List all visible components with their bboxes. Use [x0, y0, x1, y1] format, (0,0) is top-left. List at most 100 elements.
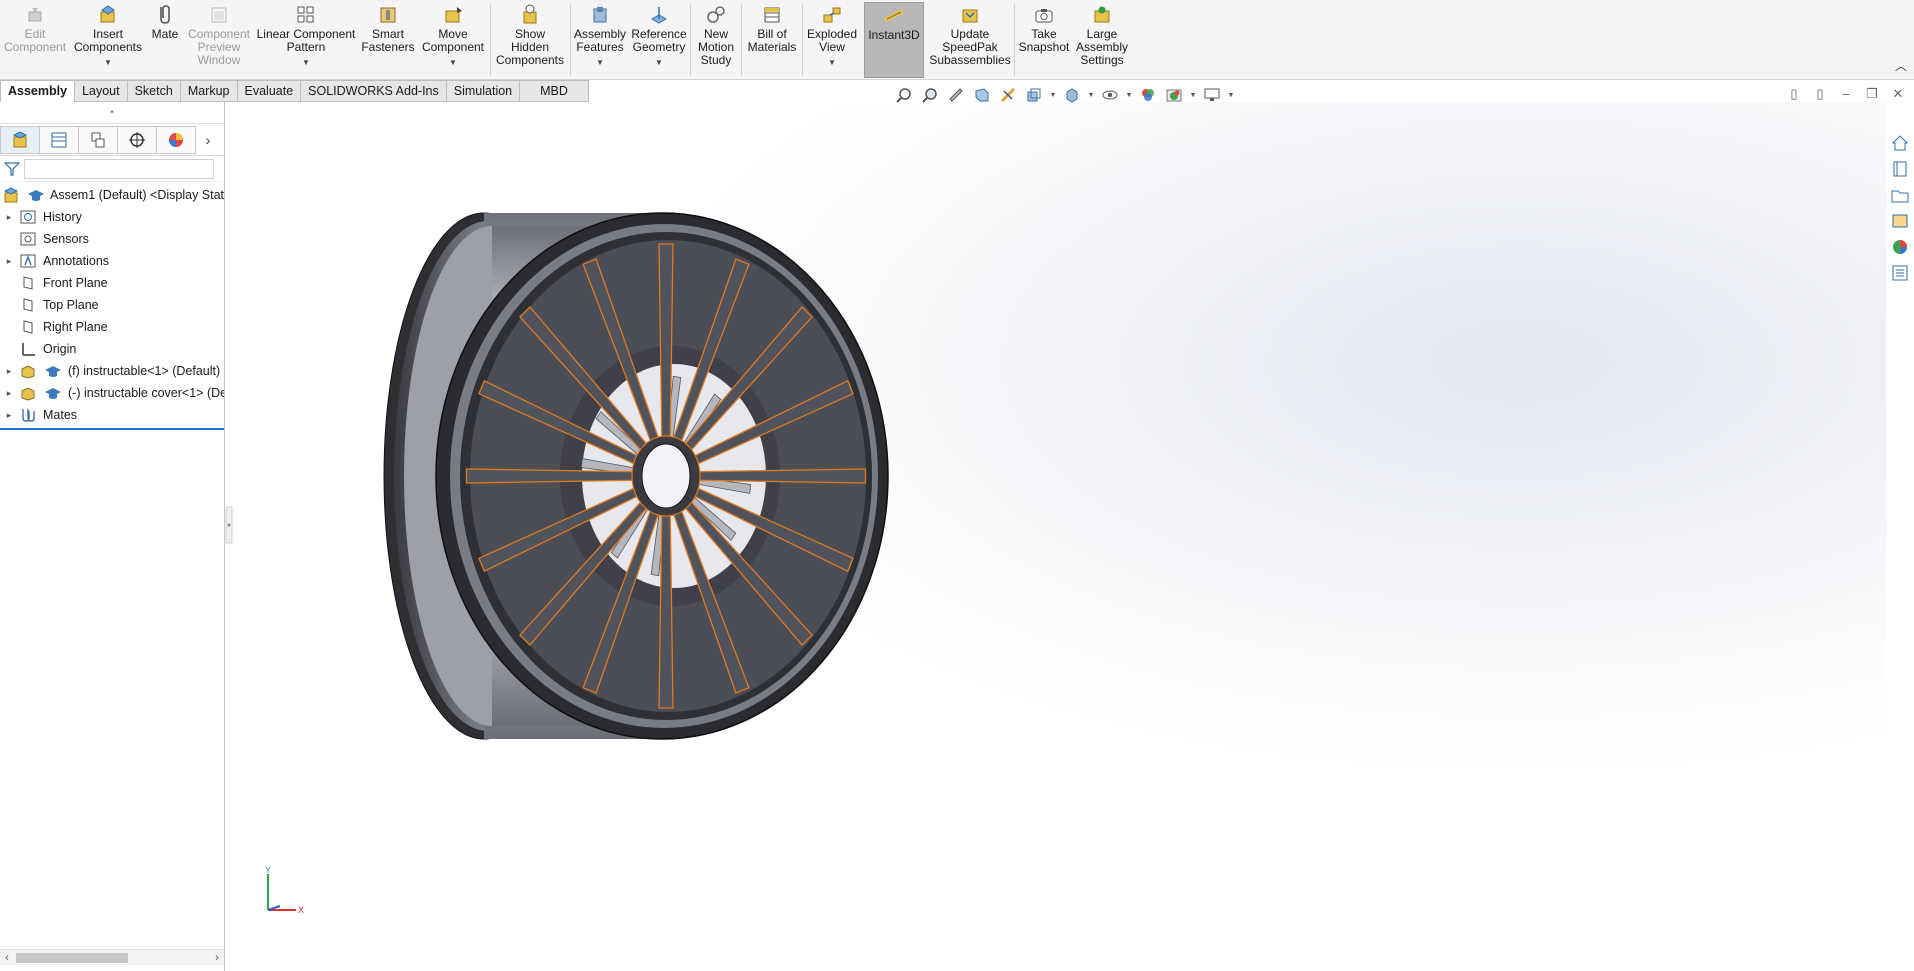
take-snapshot-button[interactable]: Take Snapshot: [1017, 2, 1071, 78]
tree-item-history[interactable]: ▸ History: [0, 206, 224, 228]
expand-arrow-icon[interactable]: ▸: [0, 388, 18, 399]
tree-item-top-plane[interactable]: Top Plane: [0, 294, 224, 316]
spoke[interactable]: [658, 509, 674, 709]
chevron-down-icon[interactable]: ▼: [104, 56, 112, 69]
tree-end-marker[interactable]: [0, 428, 224, 430]
spoke[interactable]: [658, 243, 674, 443]
chevron-left-icon[interactable]: ‹: [0, 950, 14, 966]
chevron-down-icon[interactable]: ▼: [596, 56, 604, 69]
large-assembly-settings-button[interactable]: Large Assembly Settings: [1074, 2, 1130, 78]
scrollbar-thumb[interactable]: [16, 953, 128, 963]
panel-horizontal-scrollbar[interactable]: ‹ ›: [0, 949, 224, 965]
custom-properties-icon[interactable]: [1888, 262, 1912, 284]
exploded-view-button[interactable]: Exploded View ▼: [805, 2, 859, 78]
zoom-to-fit-icon[interactable]: [893, 85, 915, 105]
chevron-down-icon[interactable]: ▼: [449, 56, 457, 69]
wheel-model[interactable]: [226, 102, 1886, 969]
chevron-down-icon[interactable]: ▼: [1125, 92, 1133, 99]
expand-arrow-icon[interactable]: ▸: [0, 366, 18, 377]
view-orientation-icon[interactable]: [1023, 85, 1045, 105]
restore-icon[interactable]: ❐: [1864, 86, 1880, 102]
appearances-icon[interactable]: [1888, 236, 1912, 258]
component-preview-icon: [208, 4, 230, 26]
tree-root-assembly[interactable]: Assem1 (Default) <Display State-1>: [0, 184, 224, 206]
view-palette-icon[interactable]: [1888, 210, 1912, 232]
panel-grip[interactable]: •: [0, 102, 224, 124]
spoke[interactable]: [691, 468, 867, 484]
zoom-to-area-icon[interactable]: [919, 85, 941, 105]
tab-layout[interactable]: Layout: [75, 80, 128, 102]
chevron-right-icon[interactable]: ›: [196, 132, 220, 148]
bill-of-materials-button[interactable]: Bill of Materials: [744, 2, 800, 78]
edit-appearance-icon[interactable]: [1137, 85, 1159, 105]
filter-icon[interactable]: [4, 161, 20, 177]
tree-item-mates[interactable]: ▸ Mates: [0, 404, 224, 426]
tab-evaluate[interactable]: Evaluate: [237, 80, 302, 102]
new-motion-study-button[interactable]: New Motion Study: [693, 2, 739, 78]
smart-fasteners-button[interactable]: Smart Fasteners: [360, 2, 416, 78]
chevron-down-icon[interactable]: ▼: [302, 56, 310, 69]
tree-item-origin[interactable]: Origin: [0, 338, 224, 360]
mate-button[interactable]: Mate: [148, 2, 182, 78]
tree-item-front-plane[interactable]: Front Plane: [0, 272, 224, 294]
home-icon[interactable]: [1888, 132, 1912, 154]
part-icon: [18, 384, 38, 402]
tab-sketch[interactable]: Sketch: [127, 80, 181, 102]
chevron-right-icon[interactable]: ›: [210, 950, 224, 966]
expand-arrow-icon[interactable]: ▸: [0, 256, 18, 267]
panel-splitter[interactable]: [225, 505, 233, 545]
apply-scene-icon[interactable]: [1163, 85, 1185, 105]
dynamic-annotation-icon[interactable]: [997, 85, 1019, 105]
chevron-down-icon[interactable]: ▼: [1189, 92, 1197, 99]
large-assembly-icon: [1091, 4, 1113, 26]
tree-item-instructable-cover-1-default-d[interactable]: ▸ (-) instructable cover<1> (Default) <<D…: [0, 382, 224, 404]
tree-item-annotations[interactable]: ▸ Annotations: [0, 250, 224, 272]
configuration-manager-tab-icon[interactable]: [78, 125, 118, 154]
move-component-button[interactable]: Move Component ▼: [420, 2, 486, 78]
expand-arrow-icon[interactable]: ▸: [0, 410, 18, 421]
property-manager-tab-icon[interactable]: [39, 125, 79, 154]
tile-left-icon[interactable]: ▯: [1786, 86, 1802, 102]
chevron-down-icon[interactable]: ▼: [828, 56, 836, 69]
tree-item-f-instructable-1-default-defau[interactable]: ▸ (f) instructable<1> (Default) <<Default…: [0, 360, 224, 382]
linear-pattern-button[interactable]: Linear Component Pattern ▼: [256, 2, 356, 78]
featuremanager-tree-tab-icon[interactable]: [0, 125, 40, 154]
view-settings-icon[interactable]: [1201, 85, 1223, 105]
file-explorer-icon[interactable]: [1888, 184, 1912, 206]
graphics-area[interactable]: [226, 102, 1886, 969]
tree-item-sensors[interactable]: Sensors: [0, 228, 224, 250]
display-manager-tab-icon[interactable]: [156, 125, 196, 154]
dimxpert-manager-tab-icon[interactable]: [117, 125, 157, 154]
design-library-icon[interactable]: [1888, 158, 1912, 180]
tile-right-icon[interactable]: ▯: [1812, 86, 1828, 102]
chevron-down-icon[interactable]: ▼: [1087, 92, 1095, 99]
spoke[interactable]: [465, 468, 641, 484]
display-style-icon[interactable]: [1061, 85, 1083, 105]
previous-view-icon[interactable]: [945, 85, 967, 105]
expand-arrow-icon[interactable]: ▸: [0, 212, 18, 223]
component-preview-button[interactable]: Component Preview Window: [186, 2, 252, 78]
insert-components-button[interactable]: Insert Components ▼: [72, 2, 144, 78]
filter-input[interactable]: [24, 158, 214, 179]
chevron-down-icon[interactable]: ▼: [1049, 92, 1057, 99]
tab-assembly[interactable]: Assembly: [0, 80, 76, 102]
section-view-icon[interactable]: [971, 85, 993, 105]
update-speedpak-button[interactable]: Update SpeedPak Subassemblies: [928, 2, 1012, 78]
instant3d-button[interactable]: Instant3D: [864, 2, 924, 78]
collapse-ribbon-icon[interactable]: ︿: [1894, 60, 1908, 72]
tree-item-right-plane[interactable]: Right Plane: [0, 316, 224, 338]
hide-show-items-icon[interactable]: [1099, 85, 1121, 105]
show-hidden-button[interactable]: Show Hidden Components: [494, 2, 566, 78]
edit-component-button[interactable]: Edit Component: [4, 2, 66, 78]
reference-geometry-button[interactable]: Reference Geometry ▼: [630, 2, 688, 78]
close-icon[interactable]: ✕: [1890, 86, 1906, 102]
assembly-features-button[interactable]: Assembly Features ▼: [573, 2, 627, 78]
exploded-view-icon: [821, 4, 843, 26]
tab-simulation[interactable]: Simulation: [446, 80, 521, 102]
chevron-down-icon[interactable]: ▼: [1227, 92, 1235, 99]
minimize-icon[interactable]: –: [1838, 86, 1854, 102]
chevron-down-icon[interactable]: ▼: [655, 56, 663, 69]
tab-mbd[interactable]: MBD: [520, 80, 589, 102]
tab-markup[interactable]: Markup: [180, 80, 238, 102]
tab-solidworks-addins[interactable]: SOLIDWORKS Add-Ins: [301, 80, 447, 102]
